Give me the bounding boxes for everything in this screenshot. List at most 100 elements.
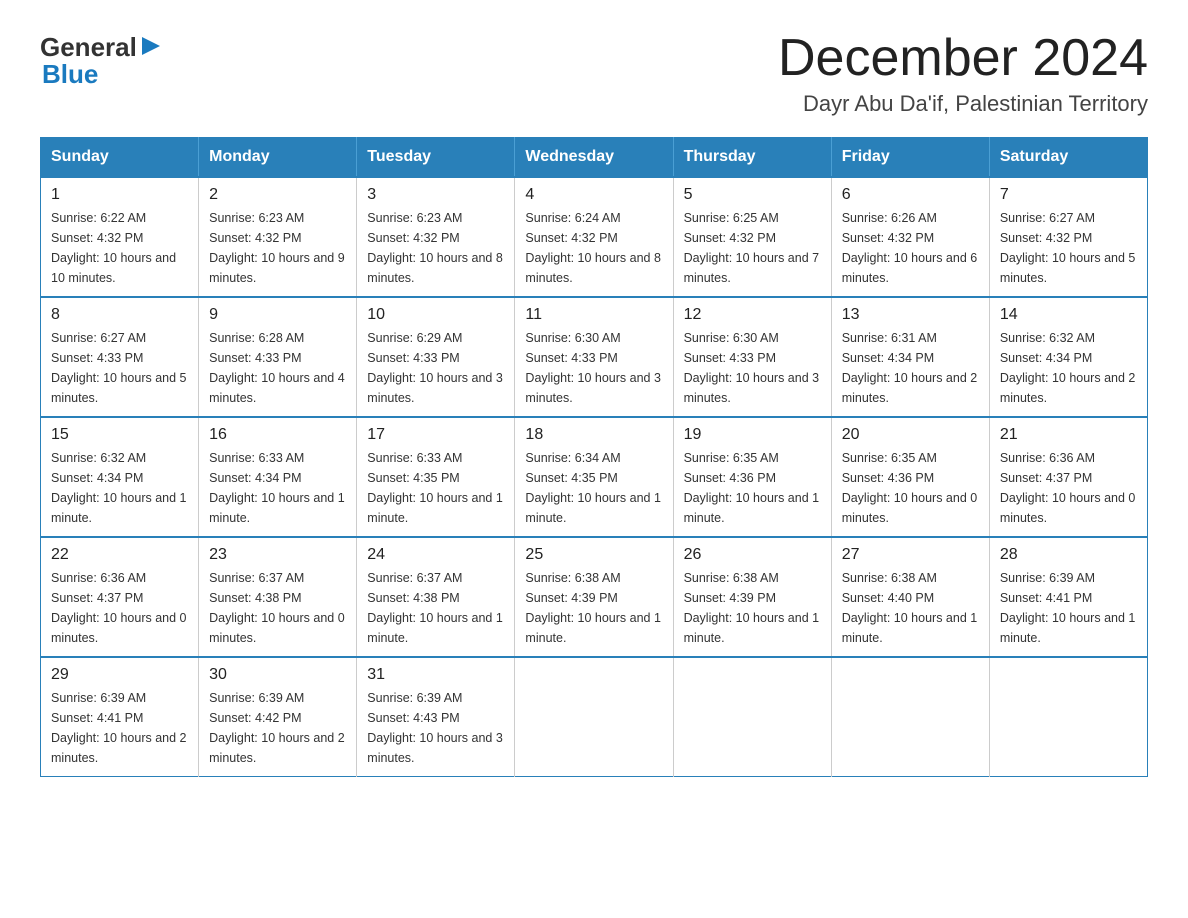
calendar-cell: 14 Sunrise: 6:32 AMSunset: 4:34 PMDayligh… bbox=[989, 297, 1147, 417]
day-number: 3 bbox=[367, 186, 504, 204]
day-number: 27 bbox=[842, 546, 979, 564]
day-number: 31 bbox=[367, 666, 504, 684]
calendar-cell: 13Sunrise: 6:31 AMSunset: 4:34 PMDayligh… bbox=[831, 297, 989, 417]
calendar-cell: 2 Sunrise: 6:23 AMSunset: 4:32 PMDaylight… bbox=[199, 177, 357, 297]
day-number: 26 bbox=[684, 546, 821, 564]
day-number: 25 bbox=[525, 546, 662, 564]
day-info: Sunrise: 6:24 AMSunset: 4:32 PMDaylight:… bbox=[525, 208, 662, 288]
day-info: Sunrise: 6:29 AMSunset: 4:33 PMDaylight:… bbox=[367, 328, 504, 408]
calendar-cell: 16 Sunrise: 6:33 AMSunset: 4:34 PMDayligh… bbox=[199, 417, 357, 537]
day-info: Sunrise: 6:30 AMSunset: 4:33 PMDaylight:… bbox=[525, 328, 662, 408]
calendar-cell bbox=[989, 657, 1147, 777]
day-info: Sunrise: 6:26 AMSunset: 4:32 PMDaylight:… bbox=[842, 208, 979, 288]
calendar-cell: 6 Sunrise: 6:26 AMSunset: 4:32 PMDaylight… bbox=[831, 177, 989, 297]
day-number: 14 bbox=[1000, 306, 1137, 324]
calendar-cell: 15 Sunrise: 6:32 AMSunset: 4:34 PMDayligh… bbox=[41, 417, 199, 537]
calendar-week-row: 1 Sunrise: 6:22 AMSunset: 4:32 PMDaylight… bbox=[41, 177, 1148, 297]
day-number: 18 bbox=[525, 426, 662, 444]
day-info: Sunrise: 6:35 AMSunset: 4:36 PMDaylight:… bbox=[842, 448, 979, 528]
weekday-header-friday: Friday bbox=[831, 138, 989, 178]
day-info: Sunrise: 6:38 AMSunset: 4:39 PMDaylight:… bbox=[684, 568, 821, 648]
day-info: Sunrise: 6:23 AMSunset: 4:32 PMDaylight:… bbox=[367, 208, 504, 288]
logo-icon: General Blue bbox=[40, 32, 162, 90]
calendar-cell: 29 Sunrise: 6:39 AMSunset: 4:41 PMDayligh… bbox=[41, 657, 199, 777]
day-number: 15 bbox=[51, 426, 188, 444]
day-number: 30 bbox=[209, 666, 346, 684]
day-number: 29 bbox=[51, 666, 188, 684]
day-info: Sunrise: 6:32 AMSunset: 4:34 PMDaylight:… bbox=[51, 448, 188, 528]
logo-blue-text: Blue bbox=[42, 59, 162, 90]
day-info: Sunrise: 6:32 AMSunset: 4:34 PMDaylight:… bbox=[1000, 328, 1137, 408]
calendar-cell: 11 Sunrise: 6:30 AMSunset: 4:33 PMDayligh… bbox=[515, 297, 673, 417]
calendar-week-row: 22 Sunrise: 6:36 AMSunset: 4:37 PMDayligh… bbox=[41, 537, 1148, 657]
calendar-cell: 12 Sunrise: 6:30 AMSunset: 4:33 PMDayligh… bbox=[673, 297, 831, 417]
day-info: Sunrise: 6:23 AMSunset: 4:32 PMDaylight:… bbox=[209, 208, 346, 288]
calendar-cell: 1 Sunrise: 6:22 AMSunset: 4:32 PMDaylight… bbox=[41, 177, 199, 297]
calendar-cell: 25 Sunrise: 6:38 AMSunset: 4:39 PMDayligh… bbox=[515, 537, 673, 657]
day-info: Sunrise: 6:38 AMSunset: 4:39 PMDaylight:… bbox=[525, 568, 662, 648]
day-info: Sunrise: 6:37 AMSunset: 4:38 PMDaylight:… bbox=[367, 568, 504, 648]
calendar-cell bbox=[515, 657, 673, 777]
calendar-cell: 19Sunrise: 6:35 AMSunset: 4:36 PMDayligh… bbox=[673, 417, 831, 537]
day-info: Sunrise: 6:22 AMSunset: 4:32 PMDaylight:… bbox=[51, 208, 188, 288]
calendar-week-row: 29 Sunrise: 6:39 AMSunset: 4:41 PMDayligh… bbox=[41, 657, 1148, 777]
calendar-cell: 4Sunrise: 6:24 AMSunset: 4:32 PMDaylight… bbox=[515, 177, 673, 297]
calendar-header-row: SundayMondayTuesdayWednesdayThursdayFrid… bbox=[41, 138, 1148, 178]
day-info: Sunrise: 6:34 AMSunset: 4:35 PMDaylight:… bbox=[525, 448, 662, 528]
calendar-cell: 17 Sunrise: 6:33 AMSunset: 4:35 PMDayligh… bbox=[357, 417, 515, 537]
day-info: Sunrise: 6:27 AMSunset: 4:32 PMDaylight:… bbox=[1000, 208, 1137, 288]
calendar-cell: 31 Sunrise: 6:39 AMSunset: 4:43 PMDayligh… bbox=[357, 657, 515, 777]
day-info: Sunrise: 6:30 AMSunset: 4:33 PMDaylight:… bbox=[684, 328, 821, 408]
day-number: 2 bbox=[209, 186, 346, 204]
day-number: 22 bbox=[51, 546, 188, 564]
calendar-cell: 28 Sunrise: 6:39 AMSunset: 4:41 PMDayligh… bbox=[989, 537, 1147, 657]
day-info: Sunrise: 6:33 AMSunset: 4:34 PMDaylight:… bbox=[209, 448, 346, 528]
day-info: Sunrise: 6:36 AMSunset: 4:37 PMDaylight:… bbox=[51, 568, 188, 648]
day-number: 23 bbox=[209, 546, 346, 564]
day-number: 5 bbox=[684, 186, 821, 204]
calendar-cell: 10 Sunrise: 6:29 AMSunset: 4:33 PMDayligh… bbox=[357, 297, 515, 417]
logo-triangle-icon bbox=[140, 35, 162, 57]
day-info: Sunrise: 6:33 AMSunset: 4:35 PMDaylight:… bbox=[367, 448, 504, 528]
day-number: 20 bbox=[842, 426, 979, 444]
day-number: 24 bbox=[367, 546, 504, 564]
day-number: 16 bbox=[209, 426, 346, 444]
weekday-header-sunday: Sunday bbox=[41, 138, 199, 178]
calendar-cell: 5Sunrise: 6:25 AMSunset: 4:32 PMDaylight… bbox=[673, 177, 831, 297]
weekday-header-thursday: Thursday bbox=[673, 138, 831, 178]
day-info: Sunrise: 6:39 AMSunset: 4:41 PMDaylight:… bbox=[51, 688, 188, 768]
logo: General Blue bbox=[40, 30, 162, 90]
calendar-cell: 26 Sunrise: 6:38 AMSunset: 4:39 PMDayligh… bbox=[673, 537, 831, 657]
month-title: December 2024 bbox=[778, 30, 1148, 87]
day-number: 7 bbox=[1000, 186, 1137, 204]
calendar-cell: 8 Sunrise: 6:27 AMSunset: 4:33 PMDaylight… bbox=[41, 297, 199, 417]
day-number: 8 bbox=[51, 306, 188, 324]
day-info: Sunrise: 6:38 AMSunset: 4:40 PMDaylight:… bbox=[842, 568, 979, 648]
day-number: 1 bbox=[51, 186, 188, 204]
day-info: Sunrise: 6:39 AMSunset: 4:42 PMDaylight:… bbox=[209, 688, 346, 768]
day-number: 10 bbox=[367, 306, 504, 324]
day-info: Sunrise: 6:36 AMSunset: 4:37 PMDaylight:… bbox=[1000, 448, 1137, 528]
day-number: 21 bbox=[1000, 426, 1137, 444]
page-header: General Blue December 2024 Dayr Abu Da'i… bbox=[40, 30, 1148, 117]
weekday-header-tuesday: Tuesday bbox=[357, 138, 515, 178]
location-title: Dayr Abu Da'if, Palestinian Territory bbox=[778, 91, 1148, 117]
day-info: Sunrise: 6:27 AMSunset: 4:33 PMDaylight:… bbox=[51, 328, 188, 408]
day-info: Sunrise: 6:39 AMSunset: 4:41 PMDaylight:… bbox=[1000, 568, 1137, 648]
title-area: December 2024 Dayr Abu Da'if, Palestinia… bbox=[778, 30, 1148, 117]
calendar-cell: 9Sunrise: 6:28 AMSunset: 4:33 PMDaylight… bbox=[199, 297, 357, 417]
day-info: Sunrise: 6:39 AMSunset: 4:43 PMDaylight:… bbox=[367, 688, 504, 768]
day-number: 6 bbox=[842, 186, 979, 204]
day-info: Sunrise: 6:37 AMSunset: 4:38 PMDaylight:… bbox=[209, 568, 346, 648]
calendar-cell: 30 Sunrise: 6:39 AMSunset: 4:42 PMDayligh… bbox=[199, 657, 357, 777]
day-number: 28 bbox=[1000, 546, 1137, 564]
calendar-cell bbox=[673, 657, 831, 777]
calendar-cell bbox=[831, 657, 989, 777]
day-number: 11 bbox=[525, 306, 662, 324]
day-number: 13 bbox=[842, 306, 979, 324]
calendar-cell: 21 Sunrise: 6:36 AMSunset: 4:37 PMDayligh… bbox=[989, 417, 1147, 537]
day-number: 17 bbox=[367, 426, 504, 444]
calendar-cell: 20 Sunrise: 6:35 AMSunset: 4:36 PMDayligh… bbox=[831, 417, 989, 537]
day-number: 12 bbox=[684, 306, 821, 324]
weekday-header-saturday: Saturday bbox=[989, 138, 1147, 178]
